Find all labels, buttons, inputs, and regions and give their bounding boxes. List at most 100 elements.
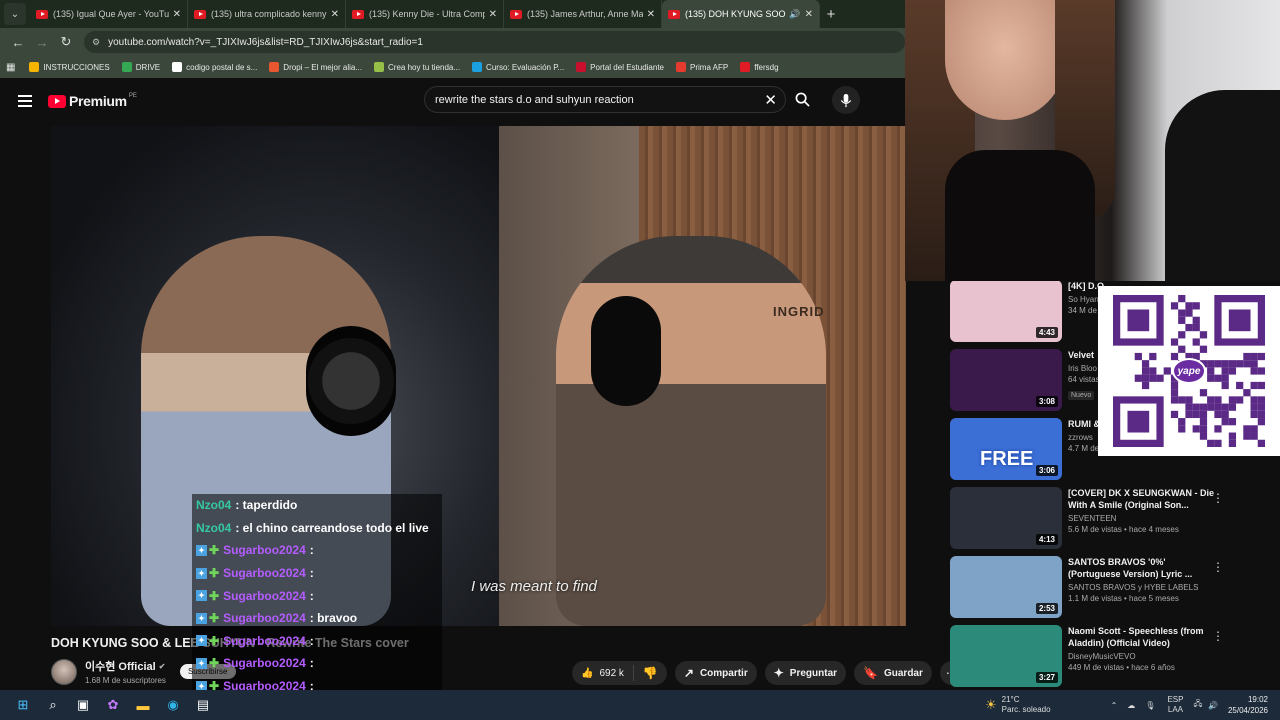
bookmark-favicon-icon xyxy=(374,62,384,72)
share-button[interactable]: ↗ Compartir xyxy=(674,661,757,685)
recommended-video[interactable]: 4:13 [COVER] DK X SEUNGKWAN - Die With A … xyxy=(950,487,1280,556)
browser-tab[interactable]: (135) Kenny Die - Ultra Complic ✕ xyxy=(346,0,504,28)
tab-title: (135) DOH KYUNG SOO & L xyxy=(685,9,787,19)
back-icon[interactable]: ← xyxy=(6,35,30,50)
video-title[interactable]: Naomi Scott - Speechless (from Aladdin) … xyxy=(1068,625,1214,649)
network-icon[interactable]: 🖧 xyxy=(1193,698,1202,712)
close-tab-icon[interactable]: ✕ xyxy=(647,9,655,20)
share-label: Compartir xyxy=(699,667,748,679)
file-explorer-icon[interactable]: ▬ xyxy=(132,694,154,716)
browser-tab[interactable]: (135) ultra complicado kenny d ✕ xyxy=(188,0,346,28)
channel-avatar[interactable] xyxy=(51,658,77,685)
bookmark-item[interactable]: INSTRUCCIONES xyxy=(29,62,110,72)
youtube-premium-logo[interactable]: Premium PE xyxy=(48,93,137,109)
recommended-video[interactable]: 3:27 Naomi Scott - Speechless (from Aladd… xyxy=(950,625,1280,694)
store-icon[interactable]: ▤ xyxy=(192,694,214,716)
copilot-icon[interactable]: ✿ xyxy=(102,694,124,716)
more-options-icon[interactable]: ⋮ xyxy=(1212,491,1224,505)
microphone-icon[interactable]: 🎙 xyxy=(1145,701,1155,710)
studio-microphone xyxy=(306,326,396,436)
sub-badge-icon: ✚ xyxy=(209,588,220,603)
bookmark-item[interactable]: Dropi – El mejor alia... xyxy=(269,62,362,72)
onedrive-icon[interactable]: ☁ xyxy=(1127,701,1135,710)
menu-icon[interactable] xyxy=(18,95,32,107)
site-info-icon[interactable]: ⚙ xyxy=(92,37,100,48)
chevron-up-icon[interactable]: ⌃ xyxy=(1111,701,1118,710)
more-options-icon[interactable]: ⋮ xyxy=(1212,560,1224,574)
video-thumbnail[interactable]: 3:27 xyxy=(950,625,1062,687)
webcam-chair xyxy=(1165,90,1280,281)
bookmark-item[interactable]: Crea hoy tu tienda... xyxy=(374,62,460,72)
youtube-header: Premium PE rewrite the stars d.o and suhy… xyxy=(0,80,905,122)
bookmark-item[interactable]: Prima AFP xyxy=(676,62,728,72)
bookmark-item[interactable]: Portal del Estudiante xyxy=(576,62,664,72)
chat-text: : xyxy=(309,656,314,671)
video-player[interactable]: INGRID I was meant to find xyxy=(51,126,906,626)
chat-message: ✦ ✚ Sugarboo2024: xyxy=(192,652,442,675)
chat-message: ✦ ✚ Sugarboo2024: bravoo xyxy=(192,606,442,630)
windows-start-icon[interactable]: ⊞ xyxy=(12,694,34,716)
channel-name-row[interactable]: 이수현 Official ✔ xyxy=(85,658,166,674)
edge-icon[interactable]: ◉ xyxy=(162,694,184,716)
thumbs-down-icon: 👎 xyxy=(642,666,658,680)
more-options-icon[interactable]: ⋮ xyxy=(1212,629,1224,643)
task-view-icon[interactable]: ▣ xyxy=(72,694,94,716)
clear-search-icon[interactable]: ✕ xyxy=(764,91,777,109)
speaker-icon[interactable]: 🔊 xyxy=(789,9,800,20)
new-tab-button[interactable]: + xyxy=(820,6,842,23)
video-duration: 3:27 xyxy=(1035,672,1058,683)
close-tab-icon[interactable]: ✕ xyxy=(173,9,181,20)
bookmark-favicon-icon xyxy=(269,62,280,72)
channel-info: 이수현 Official ✔ 1.68 M de suscriptores xyxy=(85,658,166,685)
save-button[interactable]: 🔖 Guardar xyxy=(854,661,932,685)
search-value: rewrite the stars d.o and suhyun reactio… xyxy=(435,93,634,106)
weather-widget[interactable]: 21°C Parc. soleado xyxy=(1002,695,1051,715)
like-button[interactable]: 👍 692 k xyxy=(572,665,634,681)
video-channel[interactable]: DisneyMusicVEVO xyxy=(1068,652,1214,661)
browser-tab[interactable]: (135) James Arthur, Anne Marie ✕ xyxy=(504,0,662,28)
video-title[interactable]: SANTOS BRAVOS '0%' (Portuguese Version) … xyxy=(1068,556,1214,580)
bookmark-favicon-icon xyxy=(472,62,483,72)
recommended-video[interactable]: 2:53 SANTOS BRAVOS '0%' (Portuguese Versi… xyxy=(950,556,1280,625)
close-tab-icon[interactable]: ✕ xyxy=(805,9,813,20)
browser-tab-active[interactable]: (135) DOH KYUNG SOO & L🔊 ✕ xyxy=(662,0,820,28)
ask-button[interactable]: ✦ Preguntar xyxy=(764,661,847,685)
reload-icon[interactable]: ↻ xyxy=(54,34,78,50)
video-title[interactable]: [COVER] DK X SEUNGKWAN - Die With A Smil… xyxy=(1068,487,1214,511)
video-thumbnail[interactable]: 2:53 xyxy=(950,556,1062,618)
chat-message: ✦ ✚ Sugarboo2024: xyxy=(192,539,442,562)
language-indicator[interactable]: ESP LAA xyxy=(1167,695,1183,715)
forward-icon[interactable]: → xyxy=(30,35,54,50)
clock[interactable]: 19:02 25/04/2026 xyxy=(1228,694,1268,716)
video-channel[interactable]: SEVENTEEN xyxy=(1068,514,1214,523)
video-thumbnail[interactable]: 3:08 xyxy=(950,349,1062,411)
search-input[interactable]: rewrite the stars d.o and suhyun reactio… xyxy=(424,86,786,113)
tab-search-icon[interactable]: ⌄ xyxy=(4,3,26,25)
video-thumbnail[interactable]: FREE 3:06 xyxy=(950,418,1062,480)
chat-username: Sugarboo2024 xyxy=(223,656,306,671)
bookmark-item[interactable]: Curso: Evaluación P... xyxy=(472,62,564,72)
bookmark-favicon-icon xyxy=(121,62,132,72)
bookmark-item[interactable]: DRIVE xyxy=(121,62,160,72)
browser-tab[interactable]: (135) Igual Que Ayer - YouTube ✕ xyxy=(30,0,188,28)
voice-search-button[interactable] xyxy=(832,86,860,114)
close-tab-icon[interactable]: ✕ xyxy=(331,9,339,20)
video-channel[interactable]: SANTOS BRAVOS y HYBE LABELS xyxy=(1068,583,1214,592)
apps-icon[interactable]: ▦ xyxy=(6,62,15,73)
video-thumbnail[interactable]: 4:13 xyxy=(950,487,1062,549)
thumbnail-text: FREE xyxy=(980,448,1034,470)
weather-temp: 21°C xyxy=(1001,695,1020,704)
address-field[interactable]: ⚙ youtube.com/watch?v=_TJIXIwJ6js&list=RD… xyxy=(84,31,905,53)
chat-username: Nzo04 xyxy=(196,498,232,513)
chat-username: Sugarboo2024 xyxy=(223,633,306,648)
layout-code: LAA xyxy=(1167,705,1183,714)
bookmark-item[interactable]: ffersdg xyxy=(740,62,779,72)
search-button[interactable] xyxy=(788,86,816,113)
dislike-button[interactable]: 👎 xyxy=(634,666,667,680)
video-thumbnail[interactable]: 4:43 xyxy=(950,280,1062,342)
close-tab-icon[interactable]: ✕ xyxy=(489,9,497,20)
search-icon[interactable]: ⌕ xyxy=(42,694,64,716)
bookmark-favicon-icon xyxy=(172,62,183,72)
volume-icon[interactable]: 🔊 xyxy=(1208,701,1218,710)
bookmark-item[interactable]: codigo postal de s... xyxy=(172,62,257,72)
